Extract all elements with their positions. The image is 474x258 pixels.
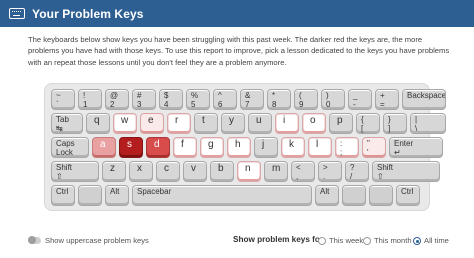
key-3: # 3 (132, 89, 156, 110)
key-enter: Enter ↵ (389, 137, 443, 158)
radio-all-time-label: All time (424, 236, 449, 245)
key-semicolon: : ; (335, 137, 359, 158)
key-i: i (275, 113, 299, 134)
key-caps: Caps Lock (51, 137, 89, 158)
radio-all-time[interactable] (413, 237, 421, 245)
key-tab: Tab ↹ (51, 113, 83, 134)
key-backtick: ~ ` (51, 89, 75, 110)
key-f: f (173, 137, 197, 158)
key-m: m (264, 161, 288, 182)
key-q: q (86, 113, 110, 134)
key-7: & 7 (240, 89, 264, 110)
key-lwin (78, 185, 102, 206)
key-lbracket: { [ (356, 113, 380, 134)
page-title: Your Problem Keys (32, 6, 144, 21)
key-a: a (92, 137, 116, 158)
key-comma: < , (291, 161, 315, 182)
key-x: x (129, 161, 153, 182)
key-space: Spacebar (132, 185, 312, 206)
radio-this-week-label: This week (329, 236, 364, 245)
keyboard-icon (9, 8, 25, 19)
key-l: l (308, 137, 332, 158)
key-quote: " ' (362, 137, 386, 158)
key-rwin (342, 185, 366, 206)
key-minus: _ - (348, 89, 372, 110)
key-j: j (254, 137, 278, 158)
key-g: g (200, 137, 224, 158)
key-period: > . (318, 161, 342, 182)
key-d: d (146, 137, 170, 158)
report-description: The keyboards below show keys you have b… (28, 35, 450, 67)
page-header: Your Problem Keys (0, 0, 474, 27)
period-label: Show problem keys for (233, 235, 324, 244)
uppercase-toggle[interactable] (28, 236, 41, 244)
key-5: % 5 (186, 89, 210, 110)
report-footer: Show uppercase problem keys Show problem… (0, 235, 474, 251)
radio-this-month-label: This month (374, 236, 412, 245)
key-c: c (156, 161, 180, 182)
key-0: ) 0 (321, 89, 345, 110)
key-k: k (281, 137, 305, 158)
key-4: $ 4 (159, 89, 183, 110)
key-v: v (183, 161, 207, 182)
key-z: z (102, 161, 126, 182)
key-b: b (210, 161, 234, 182)
key-equals: + = (375, 89, 399, 110)
keyboard-heatmap: ~ `! 1 @ 2 # 3 $ 4% 5 ^ 6 & 7 * 8( 9) 0 _ - + = B… (44, 83, 446, 211)
key-u: u (248, 113, 272, 134)
key-s: s (119, 137, 143, 158)
key-6: ^ 6 (213, 89, 237, 110)
key-backslash: | \ (410, 113, 446, 134)
key-lshift: Shift ⇧ (51, 161, 99, 182)
key-r: r (167, 113, 191, 134)
radio-this-month[interactable] (363, 237, 371, 245)
key-backspace: Backspace (402, 89, 446, 110)
key-h: h (227, 137, 251, 158)
key-t: t (194, 113, 218, 134)
key-o: o (302, 113, 326, 134)
key-slash: ? / (345, 161, 369, 182)
uppercase-toggle-label: Show uppercase problem keys (45, 236, 149, 245)
key-rbracket: } ] (383, 113, 407, 134)
key-p: p (329, 113, 353, 134)
key-rctrl: Ctrl (396, 185, 420, 206)
key-y: y (221, 113, 245, 134)
key-menu (369, 185, 393, 206)
key-n: n (237, 161, 261, 182)
key-e: e (140, 113, 164, 134)
key-9: ( 9 (294, 89, 318, 110)
key-rshift: Shift ⇧ (372, 161, 440, 182)
key-lalt: Alt (105, 185, 129, 206)
key-w: w (113, 113, 137, 134)
radio-this-week[interactable] (318, 237, 326, 245)
key-lctrl: Ctrl (51, 185, 75, 206)
key-1: ! 1 (78, 89, 102, 110)
key-ralt: Alt (315, 185, 339, 206)
key-8: * 8 (267, 89, 291, 110)
key-2: @ 2 (105, 89, 129, 110)
